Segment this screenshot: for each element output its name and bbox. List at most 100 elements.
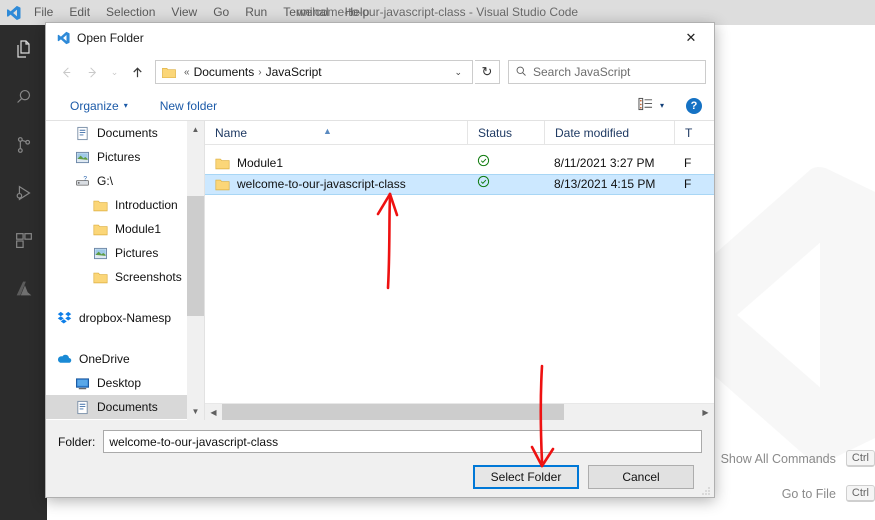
file-name: Module1 — [237, 156, 284, 170]
run-debug-icon[interactable] — [0, 169, 47, 217]
dropbox-icon — [56, 310, 72, 326]
list-view-icon — [638, 97, 653, 114]
breadcrumb-segment-javascript[interactable]: JavaScript — [266, 65, 322, 79]
file-name-cell: welcome-to-our-javascript-class — [205, 174, 467, 195]
help-button[interactable]: ? — [686, 97, 702, 114]
row-spacer — [205, 145, 714, 153]
breadcrumb-separator: › — [258, 66, 262, 78]
place-screenshots[interactable]: Screenshots — [46, 265, 204, 289]
file-date-cell: 8/13/2021 4:15 PM — [554, 177, 656, 191]
folder-icon — [92, 221, 108, 237]
place-label: OneDrive — [79, 352, 130, 366]
place-label: Desktop — [97, 376, 142, 390]
place-label: Pictures — [97, 150, 141, 164]
dialog-buttons: Select Folder Cancel — [58, 465, 702, 489]
column-header-date-modified[interactable]: Date modified — [544, 120, 674, 145]
source-control-icon[interactable] — [0, 121, 47, 169]
azure-icon[interactable] — [0, 265, 47, 313]
table-row[interactable]: welcome-to-our-javascript-class 8/13/202… — [205, 174, 714, 195]
breadcrumb-segment-documents[interactable]: Documents — [194, 65, 255, 79]
search-icon — [515, 65, 527, 80]
place-documents-onedrive[interactable]: Documents — [46, 395, 204, 419]
pictures-icon — [74, 149, 90, 165]
place-label: dropbox-Namesp — [79, 311, 172, 325]
organize-label: Organize — [70, 98, 119, 113]
place-label: Introduction — [115, 198, 178, 212]
scroll-right-icon[interactable]: ▶ — [697, 404, 714, 421]
search-input[interactable]: Search JavaScript — [508, 60, 706, 84]
chevron-down-icon: ▾ — [123, 101, 128, 110]
shortcut-label: Go to File — [781, 486, 836, 501]
cloud-synced-icon — [477, 174, 490, 195]
change-view-button[interactable]: ▾ — [638, 97, 664, 114]
place-module1[interactable]: Module1 — [46, 217, 204, 241]
documents-icon — [74, 125, 90, 141]
place-label: G:\ — [97, 174, 114, 188]
place-desktop[interactable]: Desktop — [46, 371, 204, 395]
cancel-button[interactable]: Cancel — [588, 465, 694, 489]
scroll-down-icon[interactable]: ▼ — [187, 403, 204, 420]
folder-icon — [215, 157, 230, 170]
resize-grip[interactable] — [701, 485, 711, 495]
explorer-icon[interactable] — [0, 25, 47, 73]
address-bar[interactable]: « Documents › JavaScript ⌄ — [155, 60, 473, 84]
place-pictures-2[interactable]: Pictures — [46, 241, 204, 265]
file-name: welcome-to-our-javascript-class — [237, 177, 406, 191]
folder-icon — [92, 269, 108, 285]
scroll-left-icon[interactable]: ◀ — [205, 404, 222, 421]
pictures-icon — [92, 245, 108, 261]
column-header-type[interactable]: T — [674, 120, 714, 145]
close-icon[interactable]: ✕ — [668, 23, 714, 52]
recent-locations-chevron-down-icon[interactable]: ⌄ — [106, 60, 123, 84]
place-dropbox[interactable]: dropbox-Namesp — [46, 306, 204, 330]
forward-icon[interactable] — [80, 60, 104, 84]
search-icon[interactable] — [0, 73, 47, 121]
refresh-icon[interactable]: ↻ — [475, 60, 500, 84]
address-chevron-down-icon[interactable]: ⌄ — [448, 67, 468, 78]
dialog-footer: Folder: welcome-to-our-javascript-class … — [46, 420, 714, 497]
file-status-cell — [467, 174, 544, 195]
file-date-cell: 8/11/2021 3:27 PM — [554, 156, 655, 170]
file-list-horizontal-scrollbar[interactable]: ◀ ▶ — [205, 403, 714, 421]
vscode-logo-icon — [56, 31, 70, 45]
folder-icon — [92, 197, 108, 213]
dialog-body: Documents Pictures ? G:\ Introduction Mo… — [46, 120, 714, 421]
up-one-level-icon[interactable] — [125, 60, 149, 84]
drive-icon: ? — [74, 173, 90, 189]
navigation-pane-scrollbar[interactable]: ▲ ▼ — [187, 121, 204, 420]
folder-field-row: Folder: welcome-to-our-javascript-class — [58, 430, 702, 453]
place-introduction[interactable]: Introduction — [46, 193, 204, 217]
place-drive-g[interactable]: ? G:\ — [46, 169, 204, 193]
place-label: Module1 — [115, 222, 162, 236]
file-name-cell: Module1 — [205, 153, 467, 174]
column-header-name[interactable]: Name ▲ — [205, 121, 467, 145]
folder-input[interactable]: welcome-to-our-javascript-class — [103, 430, 702, 453]
scrollbar-thumb[interactable] — [222, 403, 564, 421]
navigation-pane: Documents Pictures ? G:\ Introduction Mo… — [46, 121, 204, 420]
scrollbar-track[interactable] — [222, 403, 697, 421]
scrollbar-thumb[interactable] — [187, 196, 204, 316]
open-folder-dialog: Open Folder ✕ ⌄ « Documents › JavaScript… — [45, 22, 715, 498]
shortcut-key: Ctrl — [845, 485, 875, 502]
place-pictures[interactable]: Pictures — [46, 145, 204, 169]
dialog-title-bar: Open Folder ✕ — [46, 23, 714, 53]
folder-icon — [215, 178, 230, 191]
dialog-title: Open Folder — [77, 31, 144, 45]
place-documents[interactable]: Documents — [46, 121, 204, 145]
place-label: Screenshots — [115, 270, 182, 284]
place-onedrive[interactable]: OneDrive — [46, 347, 204, 371]
place-spacer-2 — [46, 330, 204, 347]
scroll-up-icon[interactable]: ▲ — [187, 121, 204, 138]
back-icon[interactable] — [54, 60, 78, 84]
file-status-cell — [467, 153, 544, 174]
select-folder-button[interactable]: Select Folder — [473, 465, 579, 489]
extensions-icon[interactable] — [0, 217, 47, 265]
table-row[interactable]: Module1 8/11/2021 3:27 PM F — [205, 153, 714, 174]
file-rows: Module1 8/11/2021 3:27 PM F welcome-to-o… — [205, 145, 714, 403]
organize-button[interactable]: Organize ▾ — [58, 99, 138, 113]
onedrive-icon — [56, 351, 72, 367]
new-folder-button[interactable]: New folder — [138, 99, 227, 113]
vscode-logo-icon — [0, 0, 26, 25]
scrollbar-track[interactable] — [187, 138, 204, 403]
column-header-status[interactable]: Status — [467, 120, 544, 145]
